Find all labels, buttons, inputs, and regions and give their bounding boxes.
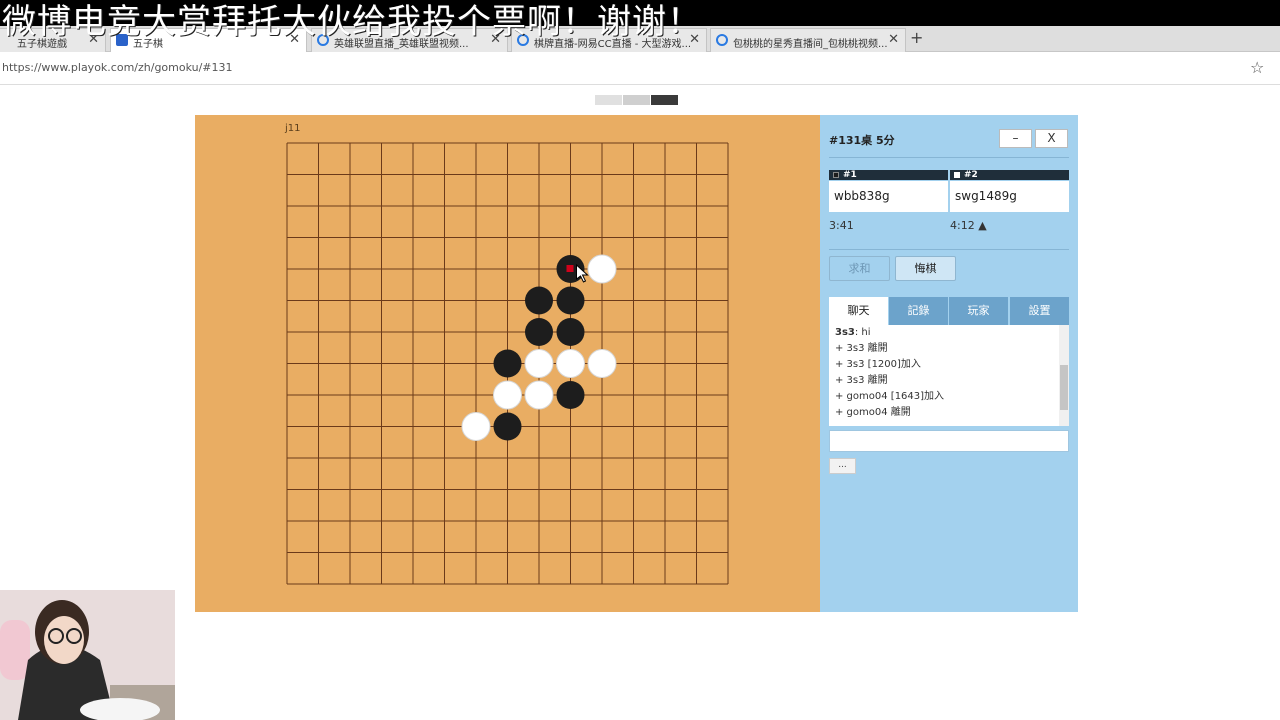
white-stone bbox=[461, 412, 491, 441]
white-stone bbox=[493, 380, 522, 410]
divider bbox=[829, 157, 1069, 158]
new-tab-button[interactable]: + bbox=[910, 28, 923, 47]
game-side-panel: #131桌 5分 – X #1 #2 wbb838g swg1489g 3:41… bbox=[820, 115, 1078, 612]
scrollbar-thumb[interactable] bbox=[1060, 365, 1068, 410]
address-bar: https://www.playok.com/zh/gomoku/#131 ☆ bbox=[0, 53, 1280, 85]
tab-title: 包桃桃的星秀直播间_包桃桃视频... bbox=[733, 39, 888, 50]
tab-settings[interactable]: 設置 bbox=[1010, 297, 1069, 325]
black-stone bbox=[525, 286, 553, 315]
player2-clock: 4:12 ▲ bbox=[950, 219, 987, 232]
tab-log[interactable]: 記錄 bbox=[889, 297, 948, 325]
chat-text: : hi bbox=[854, 327, 871, 338]
chat-scrollbar[interactable] bbox=[1059, 325, 1069, 426]
tab-players[interactable]: 玩家 bbox=[949, 297, 1008, 325]
webcam-image bbox=[0, 590, 175, 720]
chat-input[interactable] bbox=[829, 430, 1069, 452]
chat-message: 3s3: hi bbox=[829, 325, 1069, 341]
black-stone bbox=[493, 349, 522, 378]
white-stone bbox=[524, 349, 554, 378]
black-stone-icon bbox=[833, 172, 839, 178]
browser-tab-5[interactable]: 包桃桃的星秀直播间_包桃桃视频... ✕ bbox=[710, 28, 906, 52]
more-options-button[interactable]: ... bbox=[829, 458, 856, 474]
minimize-button[interactable]: – bbox=[999, 129, 1032, 148]
player2-name[interactable]: swg1489g bbox=[950, 181, 1069, 212]
black-stone bbox=[556, 381, 585, 409]
url-field[interactable]: https://www.playok.com/zh/gomoku/#131 bbox=[2, 61, 233, 74]
size-small-button[interactable] bbox=[595, 95, 622, 105]
black-stone bbox=[556, 318, 585, 346]
white-stone bbox=[587, 349, 617, 378]
chat-message: + 3s3 離開 bbox=[835, 375, 888, 386]
close-icon[interactable]: ✕ bbox=[888, 32, 899, 47]
chat-message: + 3s3 離開 bbox=[835, 343, 888, 354]
player1-seat: #1 bbox=[843, 170, 857, 180]
chat-user: 3s3 bbox=[835, 327, 855, 338]
tab-chat[interactable]: 聊天 bbox=[829, 297, 888, 325]
chat-message: + gomo04 [1643]加入 bbox=[835, 391, 945, 402]
player1-clock: 3:41 bbox=[829, 219, 854, 232]
stream-overlay-text: 微博电竞大赏拜托大伙给我投个票啊！谢谢！ bbox=[2, 2, 702, 42]
white-stone-icon bbox=[954, 172, 960, 178]
chat-message: + gomo04 離開 bbox=[835, 407, 911, 418]
ie-favicon-icon bbox=[716, 34, 728, 46]
gomoku-board[interactable] bbox=[195, 115, 820, 612]
chat-message: + 3s3 [1200]加入 bbox=[835, 359, 921, 370]
table-title: #131桌 5分 bbox=[829, 134, 895, 147]
offer-draw-button[interactable]: 求和 bbox=[829, 256, 890, 281]
black-stone bbox=[525, 318, 553, 346]
player1-name[interactable]: wbb838g bbox=[829, 181, 948, 212]
streamer-webcam bbox=[0, 590, 175, 720]
black-stone bbox=[493, 412, 522, 441]
black-stone bbox=[556, 286, 585, 315]
player1-seat-header: #1 bbox=[829, 170, 948, 180]
last-move-label: j11 bbox=[285, 123, 301, 134]
divider bbox=[829, 249, 1069, 250]
player2-seat: #2 bbox=[964, 170, 978, 180]
size-large-button[interactable] bbox=[651, 95, 678, 105]
white-stone bbox=[556, 349, 585, 378]
white-stone bbox=[587, 254, 617, 284]
close-button[interactable]: X bbox=[1035, 129, 1068, 148]
bookmark-star-icon[interactable]: ☆ bbox=[1250, 58, 1264, 77]
player2-seat-header: #2 bbox=[950, 170, 1069, 180]
undo-button[interactable]: 悔棋 bbox=[895, 256, 956, 281]
game-board-area: j11 bbox=[195, 115, 820, 612]
last-move-marker bbox=[566, 265, 574, 272]
chat-log[interactable]: 3s3: hi + 3s3 離開 + 3s3 [1200]加入 + 3s3 離開… bbox=[829, 325, 1069, 426]
size-medium-button[interactable] bbox=[623, 95, 650, 105]
white-stone bbox=[524, 380, 554, 410]
